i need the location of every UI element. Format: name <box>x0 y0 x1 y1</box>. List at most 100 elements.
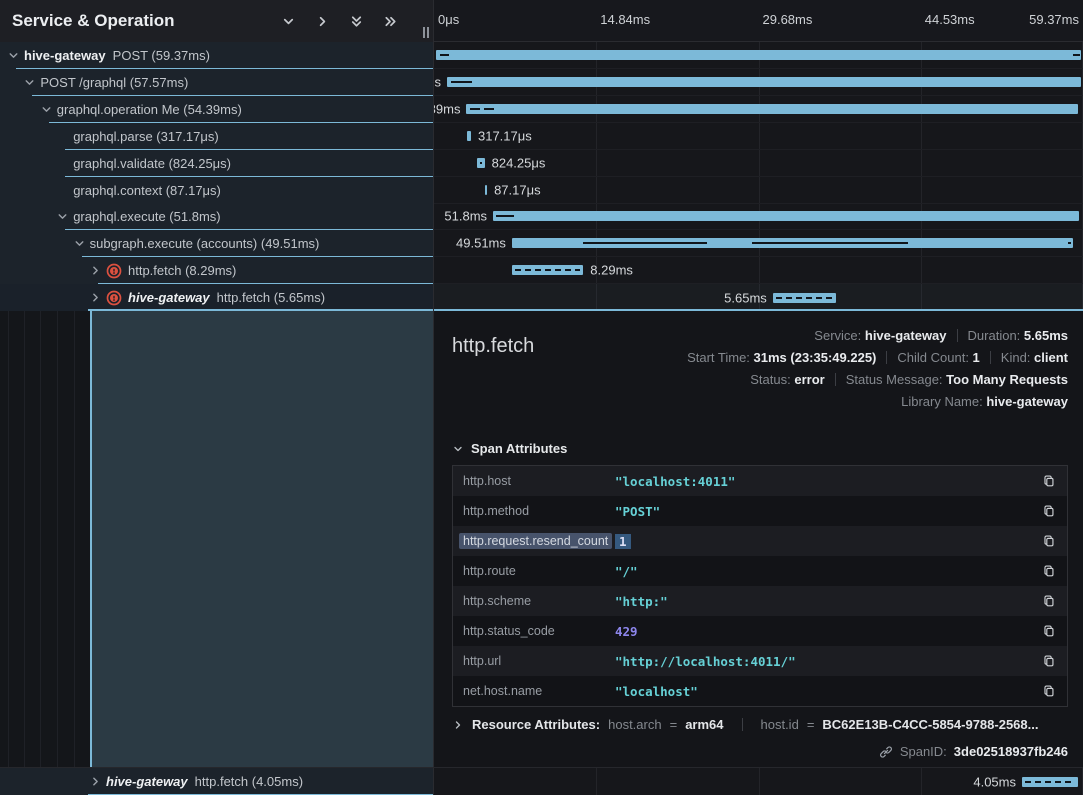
operation-name: http.fetch (4.05ms) <box>195 774 303 789</box>
selected-text: 1 <box>615 534 631 549</box>
span-bar[interactable] <box>467 131 471 141</box>
copy-button[interactable] <box>1031 624 1067 638</box>
attribute-row: http.request.resend_count1 <box>453 526 1067 556</box>
meta-value: hive-gateway <box>986 394 1068 409</box>
span-timeline-cell[interactable]: 54.39ms <box>434 96 1083 123</box>
meta-label: Start Time: <box>687 350 753 365</box>
attribute-value: "http:" <box>615 594 1031 609</box>
operation-name: POST /graphql (57.57ms) <box>40 75 188 90</box>
span-name-cell[interactable]: hive-gateway http.fetch (4.05ms) <box>0 768 434 795</box>
span-duration-label: 87.17μs <box>494 182 541 197</box>
span-timeline-cell[interactable]: 4.05ms <box>434 768 1083 795</box>
span-row: hive-gateway http.fetch (4.05ms) 4.05ms <box>0 768 1083 795</box>
chevron-down-icon[interactable] <box>55 210 70 223</box>
span-timeline-cell[interactable]: 87.17μs <box>434 177 1083 204</box>
copy-icon[interactable] <box>1042 534 1056 548</box>
span-bar[interactable] <box>466 104 1078 114</box>
span-bar[interactable] <box>436 50 1081 60</box>
attribute-value: 1 <box>615 534 1031 549</box>
span-bar[interactable] <box>1022 777 1078 787</box>
span-timeline-cell[interactable]: 824.25μs <box>434 150 1083 177</box>
attribute-row: net.host.name"localhost" <box>453 676 1067 706</box>
selected-span-indent-panel <box>90 311 434 768</box>
span-name-cell[interactable]: graphql.context (87.17μs) <box>0 177 434 204</box>
span-bar[interactable] <box>447 77 1081 87</box>
copy-button[interactable] <box>1031 564 1067 578</box>
span-timeline-cell[interactable]: 8.29ms <box>434 257 1083 284</box>
chevron-right-icon[interactable] <box>88 291 103 304</box>
chevron-down-icon[interactable] <box>39 103 54 116</box>
span-timeline-cell[interactable]: 51.8ms <box>434 203 1083 230</box>
copy-button[interactable] <box>1031 534 1067 548</box>
span-bar[interactable] <box>493 211 1079 221</box>
span-timeline-cell[interactable] <box>434 42 1083 69</box>
span-timeline-cell[interactable]: 5.65ms <box>434 284 1083 311</box>
span-timeline-cell[interactable]: 49.51ms <box>434 230 1083 257</box>
span-name-cell[interactable]: graphql.validate (824.25μs) <box>0 150 434 177</box>
meta-divider <box>835 373 836 386</box>
span-name-cell[interactable]: hive-gatewayPOST (59.37ms) <box>0 42 434 69</box>
resource-key: host.arch <box>608 717 661 732</box>
span-timeline-cell[interactable]: 57.57ms <box>434 69 1083 96</box>
copy-button[interactable] <box>1031 504 1067 518</box>
resource-attributes-toggle[interactable]: Resource Attributes: host.arch=arm64host… <box>452 717 1068 732</box>
span-name-cell[interactable]: POST /graphql (57.57ms) <box>0 69 434 96</box>
copy-button[interactable] <box>1031 684 1067 698</box>
chevrons-down-icon[interactable] <box>349 14 364 29</box>
copy-button[interactable] <box>1031 474 1067 488</box>
chevron-right-icon[interactable] <box>315 14 330 29</box>
resource-value: BC62E13B-C4CC-5854-9788-2568... <box>822 717 1038 732</box>
copy-icon[interactable] <box>1042 624 1056 638</box>
chevron-right-icon[interactable] <box>88 264 103 277</box>
chevron-down-icon[interactable] <box>6 49 21 62</box>
chevrons-right-icon[interactable] <box>383 14 398 29</box>
span-row: graphql.operation Me (54.39ms)54.39ms <box>0 96 1083 123</box>
meta-value: Too Many Requests <box>946 372 1068 387</box>
indent-guides <box>0 311 90 768</box>
attribute-row: http.url"http://localhost:4011/" <box>453 646 1067 676</box>
copy-button[interactable] <box>1031 594 1067 608</box>
resize-handle[interactable] <box>423 27 429 38</box>
chevron-down-icon[interactable] <box>281 14 296 29</box>
child-span-mark <box>752 242 908 244</box>
attribute-key: http.host <box>453 474 615 488</box>
chevron-down-icon[interactable] <box>22 76 37 89</box>
span-name-cell[interactable]: graphql.operation Me (54.39ms) <box>0 96 434 123</box>
span-name-cell[interactable]: graphql.execute (51.8ms) <box>0 203 434 230</box>
span-id-value: 3de02518937fb246 <box>954 744 1068 759</box>
chevron-down-icon[interactable] <box>72 237 87 250</box>
span-bar[interactable] <box>773 293 837 303</box>
span-name-cell[interactable]: graphql.parse (317.17μs) <box>0 123 434 150</box>
span-name-cell[interactable]: hive-gatewayhttp.fetch (5.65ms) <box>0 284 434 311</box>
span-bar[interactable] <box>485 185 487 195</box>
span-duration-label: 51.8ms <box>444 209 487 224</box>
copy-icon[interactable] <box>1042 504 1056 518</box>
copy-icon[interactable] <box>1042 474 1056 488</box>
span-bar[interactable] <box>512 265 583 275</box>
selected-text: http.request.resend_count <box>459 533 612 549</box>
chevron-right-icon[interactable] <box>88 775 103 788</box>
copy-button[interactable] <box>1031 654 1067 668</box>
span-name-cell[interactable]: http.fetch (8.29ms) <box>0 257 434 284</box>
meta-value: hive-gateway <box>865 328 947 343</box>
span-attributes-toggle[interactable]: Span Attributes <box>452 441 1068 456</box>
child-span-mark <box>440 54 448 56</box>
meta-label: Service: <box>814 328 865 343</box>
resource-key: host.id <box>761 717 799 732</box>
span-duration-label: 5.65ms <box>724 290 767 305</box>
meta-label: Child Count: <box>897 350 972 365</box>
span-timeline-cell[interactable]: 317.17μs <box>434 123 1083 150</box>
attribute-key: http.request.resend_count <box>453 534 615 548</box>
copy-icon[interactable] <box>1042 564 1056 578</box>
copy-icon[interactable] <box>1042 594 1056 608</box>
span-name-cell[interactable]: subgraph.execute (accounts) (49.51ms) <box>0 230 434 257</box>
link-icon[interactable] <box>879 745 893 759</box>
copy-icon[interactable] <box>1042 654 1056 668</box>
span-row: graphql.parse (317.17μs)317.17μs <box>0 123 1083 150</box>
copy-icon[interactable] <box>1042 684 1056 698</box>
span-detail-panel: http.fetch Service: hive-gatewayDuration… <box>434 311 1083 768</box>
meta-divider <box>990 351 991 364</box>
service-name: hive-gateway <box>106 774 188 789</box>
span-row: hive-gatewayPOST (59.37ms) <box>0 42 1083 69</box>
span-row: hive-gatewayhttp.fetch (5.65ms) 5.65ms <box>0 284 1083 311</box>
